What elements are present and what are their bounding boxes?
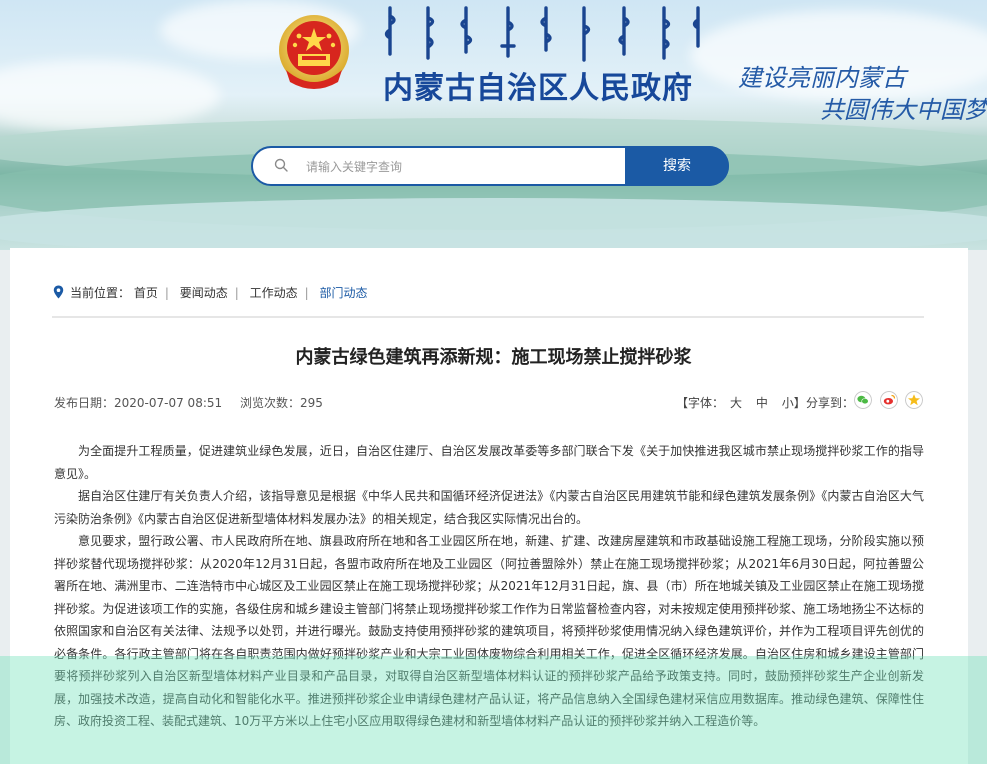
- font-large-button[interactable]: 大: [730, 396, 742, 410]
- breadcrumb-item-home[interactable]: 首页: [134, 284, 158, 301]
- breadcrumb-label: 当前位置：: [70, 286, 131, 300]
- selection-overlay: [0, 656, 987, 764]
- government-emblem-icon: [279, 15, 349, 89]
- breadcrumb-item-work[interactable]: 工作动态: [250, 284, 298, 301]
- divider: [52, 316, 924, 318]
- wechat-icon[interactable]: [854, 391, 872, 409]
- site-title: 内蒙古自治区人民政府: [383, 71, 693, 106]
- article-title: 内蒙古绿色建筑再添新规：施工现场禁止搅拌砂浆: [295, 347, 692, 368]
- font-size-controls: 【字体： 大 中 小】: [676, 394, 806, 411]
- slogan-line-2: 共圆伟大中国梦: [820, 96, 987, 124]
- view-count: 浏览次数：295: [239, 396, 323, 410]
- slogan-line-1: 建设亮丽内蒙古: [738, 64, 906, 92]
- breadcrumb-separator: |: [234, 286, 239, 300]
- breadcrumb: 当前位置： 首页 | 要闻动态 | 工作动态 | 部门动态: [70, 284, 368, 301]
- search-input[interactable]: [306, 156, 606, 178]
- breadcrumb-item-news[interactable]: 要闻动态: [180, 284, 228, 301]
- article-meta: 发布日期：2020-07-07 08:51 浏览次数：295: [54, 394, 337, 411]
- weibo-icon[interactable]: [880, 391, 898, 409]
- qzone-icon[interactable]: [905, 391, 923, 409]
- article-paragraph-2: 据自治区住建厅有关负责人介绍，该指导意见是根据《中华人民共和国循环经济促进法》《…: [54, 489, 924, 526]
- breadcrumb-item-department[interactable]: 部门动态: [320, 284, 368, 301]
- article-paragraph-1: 为全面提升工程质量，促进建筑业绿色发展，近日，自治区住建厅、自治区发展改革委等多…: [54, 444, 924, 481]
- publish-date: 发布日期：2020-07-07 08:51: [54, 396, 223, 410]
- font-medium-button[interactable]: 中: [756, 396, 768, 410]
- font-size-label: 【字体：: [676, 396, 725, 410]
- share-label: 分享到：: [806, 396, 855, 410]
- mongolian-script-title: [384, 6, 700, 62]
- breadcrumb-separator: |: [164, 286, 169, 300]
- search-button[interactable]: 搜索: [625, 146, 729, 186]
- location-pin-icon: [53, 285, 64, 299]
- font-small-button[interactable]: 小】: [782, 396, 806, 410]
- breadcrumb-separator: |: [304, 286, 309, 300]
- search-icon: [274, 158, 288, 172]
